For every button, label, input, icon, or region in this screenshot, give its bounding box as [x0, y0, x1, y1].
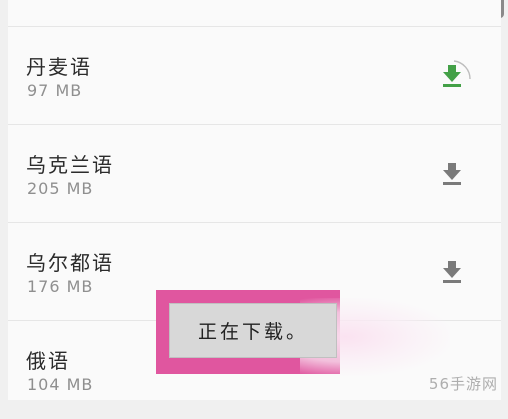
download-button[interactable]: [432, 55, 472, 95]
language-name: 俄语: [26, 349, 70, 373]
watermark: 56手游网: [428, 375, 498, 393]
language-size: 97 MB: [27, 81, 83, 100]
language-name: 丹麦语: [26, 55, 92, 79]
language-row-danish[interactable]: 丹麦语 97 MB: [8, 27, 501, 125]
toast: 正在下载。: [169, 303, 337, 358]
language-name: 乌克兰语: [26, 153, 114, 177]
download-button[interactable]: [432, 153, 472, 193]
language-row-ukrainian[interactable]: 乌克兰语 205 MB: [8, 125, 501, 223]
download-icon: [443, 261, 461, 283]
toast-message: 正在下载。: [197, 321, 308, 343]
language-size: 176 MB: [27, 277, 94, 296]
download-icon: [443, 163, 461, 185]
language-size: 104 MB: [27, 375, 94, 394]
language-name: 乌尔都语: [26, 251, 114, 275]
download-icon: [443, 60, 471, 87]
download-button[interactable]: [432, 251, 472, 291]
language-size: 205 MB: [27, 179, 94, 198]
